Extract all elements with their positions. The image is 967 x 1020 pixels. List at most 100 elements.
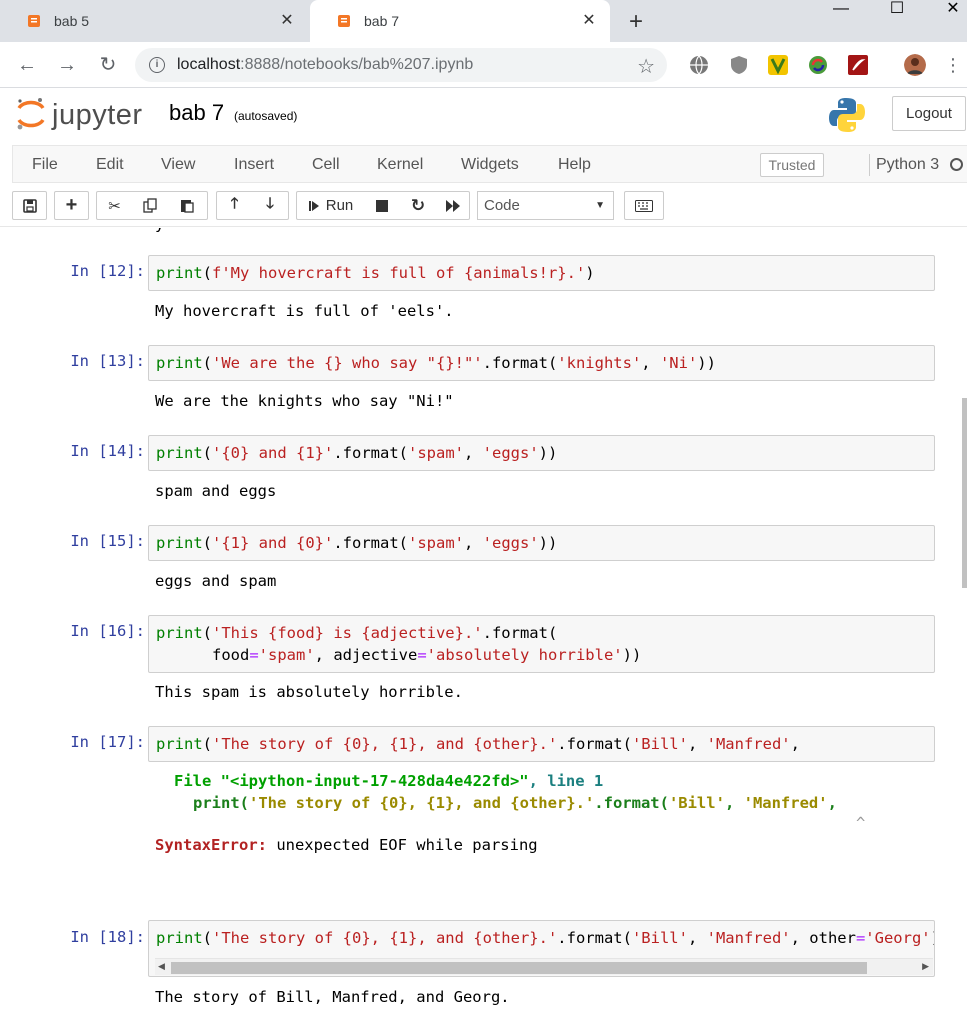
menu-file[interactable]: File [32,146,58,184]
tab-title: bab 7 [364,13,400,29]
cell-output: The story of Bill, Manfred, and Georg. [155,988,510,1006]
notebook-title[interactable]: bab 7 [169,100,224,126]
run-button[interactable]: Run [296,191,365,220]
cell-output: My hovercraft is full of 'eels'. [155,302,454,320]
copy-button[interactable] [132,191,169,220]
restart-button[interactable]: ↻ [400,191,437,220]
restart-run-all-button[interactable] [436,191,470,220]
menubar: File Edit View Insert Cell Kernel Widget… [12,145,967,183]
cell-prompt: In [14]: [70,442,145,460]
menu-insert[interactable]: Insert [234,146,274,184]
jupyter-logo-icon [17,98,45,130]
stop-icon [376,199,388,212]
scroll-left-icon[interactable]: ◀ [158,961,165,972]
paste-button[interactable] [168,191,208,220]
error-message: SyntaxError: unexpected EOF while parsin… [155,836,538,854]
save-status: (autosaved) [234,109,298,123]
restart-icon: ↻ [410,195,426,215]
close-tab-icon[interactable]: ✕ [580,12,598,30]
pdf-extension-icon[interactable] [847,54,869,76]
cell-prompt: In [16]: [70,622,145,640]
cell-prompt: In [15]: [70,532,145,550]
v-extension-icon[interactable] [767,54,789,76]
traceback-file: File "<ipython-input-17-428da4e422fd>", … [174,772,604,790]
close-tab-icon[interactable]: ✕ [278,12,296,30]
save-icon [22,198,37,213]
code-input[interactable]: print('{0} and {1}'.format('spam', 'eggs… [148,435,935,471]
code-input[interactable]: print('We are the {} who say "{}!"'.form… [148,345,935,381]
new-tab-button[interactable]: + [622,8,650,36]
divider [869,154,870,176]
code-input[interactable]: print('The story of {0}, {1}, and {other… [148,726,935,762]
kernel-name[interactable]: Python 3 [876,146,939,183]
insert-cell-button[interactable]: + [54,191,89,220]
cell-output: This spam is absolutely horrible. [155,683,463,701]
notebook-container[interactable]: y In [12]: print(f'My hovercraft is full… [0,228,967,1020]
browser-tab-strip: bab 5 ✕ bab 7 ✕ + — ☐ ✕ [0,0,967,42]
cell-type-value: Code [484,197,520,214]
cell-output: eggs and spam [155,572,277,590]
avatar[interactable] [904,54,926,76]
maximize-icon[interactable]: ☐ [874,0,920,20]
window-close-icon[interactable]: ✕ [930,0,967,20]
minimize-icon[interactable]: — [818,0,864,20]
scrollbar-thumb[interactable] [171,962,867,974]
jupyter-logo[interactable]: jupyter [16,97,156,133]
url-text: localhost:8888/notebooks/bab%207.ipynb [177,56,474,73]
move-up-button[interactable]: 🡑 [216,191,253,220]
menu-kernel[interactable]: Kernel [377,146,423,184]
traceback-caret: ^ [856,814,866,832]
cell-type-select[interactable]: Code ▼ [477,191,614,220]
notebook-favicon-icon [338,15,350,27]
arrow-down-icon: 🡓 [266,195,274,212]
menu-cell[interactable]: Cell [312,146,340,184]
cut-button[interactable]: ✂ [96,191,133,220]
save-button[interactable] [12,191,47,220]
paste-icon [181,200,194,213]
scissors-icon: ✂ [108,197,121,215]
notebook-favicon-icon [28,15,40,27]
shield-extension-icon[interactable] [728,54,750,76]
back-icon[interactable]: ← [14,52,40,78]
code-input[interactable]: print('{1} and {0}'.format('spam', 'eggs… [148,525,935,561]
address-bar-row: ← → ↻ i localhost:8888/notebooks/bab%207… [0,42,967,88]
tab-title: bab 5 [54,13,90,29]
cell-output: We are the knights who say "Ni!" [155,392,454,410]
cell-output: spam and eggs [155,482,277,500]
browser-tab-bab5[interactable]: bab 5 ✕ [0,0,308,42]
command-palette-button[interactable] [624,191,664,220]
cell-prompt: In [17]: [70,733,145,751]
chevron-down-icon: ▼ [595,200,605,211]
code-input[interactable]: print('This {food} is {adjective}.'.form… [148,615,935,673]
globe-extension-icon[interactable] [688,54,710,76]
horizontal-scrollbar[interactable]: ◀ ▶ [155,958,933,975]
browser-tab-bab7[interactable]: bab 7 ✕ [310,0,610,42]
step-forward-icon [308,200,319,211]
notebook-toolbar: + ✂ 🡑 🡓 Run ↻ Code ▼ [0,183,967,227]
menu-help[interactable]: Help [558,146,591,184]
code-input[interactable]: print(f'My hovercraft is full of {animal… [148,255,935,291]
bookmark-star-icon[interactable]: ☆ [637,54,655,79]
cell-prompt: In [18]: [70,928,145,946]
jupyter-wordmark: jupyter [52,99,143,131]
sync-extension-icon[interactable] [807,54,829,76]
forward-icon[interactable]: → [54,52,80,78]
plus-icon: + [65,194,78,216]
trusted-indicator[interactable]: Trusted [760,153,824,177]
python-logo-icon [829,98,865,132]
address-bar[interactable]: i localhost:8888/notebooks/bab%207.ipynb… [135,48,667,82]
scroll-right-icon[interactable]: ▶ [922,961,929,972]
interrupt-button[interactable] [364,191,401,220]
menu-view[interactable]: View [161,146,195,184]
copy-icon [142,198,157,213]
site-info-icon[interactable]: i [149,57,165,73]
reload-icon[interactable]: ↻ [95,52,121,78]
menu-widgets[interactable]: Widgets [461,146,519,184]
menu-edit[interactable]: Edit [96,146,124,184]
fast-forward-icon [445,199,460,212]
move-down-button[interactable]: 🡓 [252,191,289,220]
clipped-output: y [155,228,164,235]
logout-button[interactable]: Logout [892,96,966,131]
browser-menu-icon[interactable]: ⋮ [940,52,966,78]
vertical-scrollbar[interactable] [962,398,967,588]
